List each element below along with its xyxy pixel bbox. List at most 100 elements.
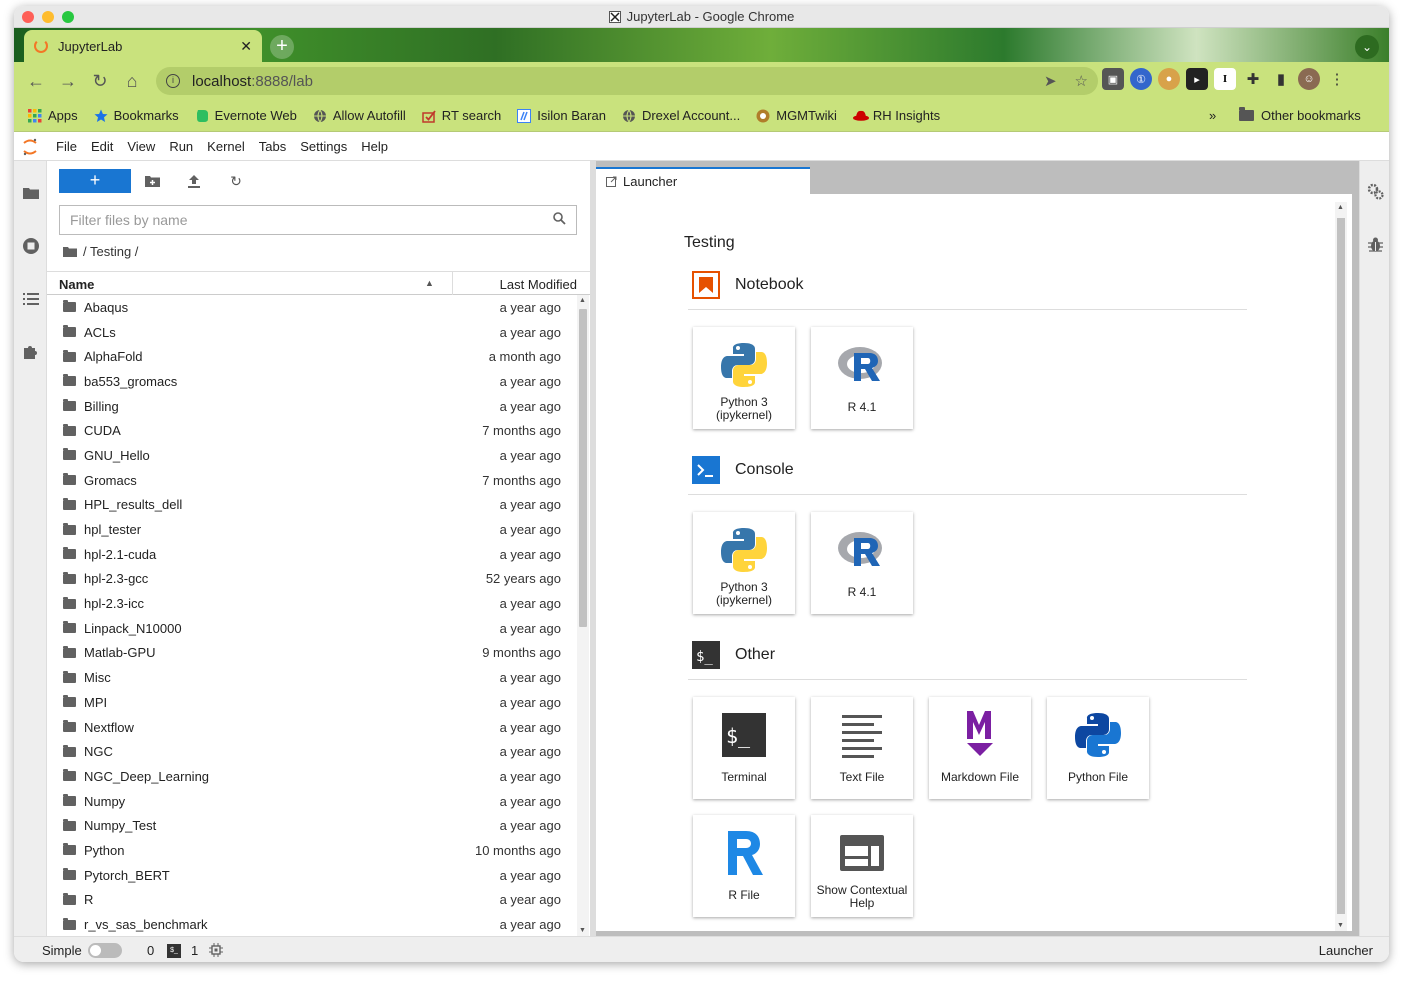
file-row[interactable]: GNU_Hello a year ago [47,443,575,468]
new-tab-button[interactable]: + [270,35,294,59]
column-name-header[interactable]: Name [59,277,94,292]
debugger-bug-icon[interactable] [1368,237,1383,258]
extension-manager-puzzle-icon[interactable] [22,343,40,361]
close-tab-icon[interactable]: ✕ [240,38,252,55]
file-row[interactable]: Matlab-GPU 9 months ago [47,641,575,666]
file-row[interactable]: CUDA 7 months ago [47,418,575,443]
file-row[interactable]: HPL_results_dell a year ago [47,493,575,518]
file-row[interactable]: Abaqus a year ago [47,295,575,320]
tab-search-chevron-icon[interactable]: ⌄ [1355,35,1379,59]
launcher-card-markdown-file[interactable]: Markdown File [929,697,1031,799]
side-panel-icon[interactable]: ▮ [1270,68,1292,90]
terminal-status-icon[interactable]: $_ [167,944,181,958]
file-row[interactable]: r_vs_sas_benchmark a year ago [47,912,575,936]
kernel-status-cpu-icon[interactable] [209,943,223,957]
file-row[interactable]: Gromacs 7 months ago [47,468,575,493]
menu-run[interactable]: Run [169,139,193,154]
launcher-card-python-3-ipykernel[interactable]: Python 3 (ipykernel) [693,512,795,614]
scroll-up-arrow-icon[interactable]: ▲ [1337,204,1344,211]
running-terminals-count[interactable]: 1 [191,943,198,958]
scroll-up-arrow-icon[interactable]: ▲ [579,297,586,304]
file-row[interactable]: Nextflow a year ago [47,715,575,740]
property-inspector-gears-icon[interactable] [1367,183,1384,205]
file-row[interactable]: hpl-2.3-icc a year ago [47,591,575,616]
launcher-card-r-4-1[interactable]: R 4.1 [811,327,913,429]
bookmark-mgmtwiki[interactable]: MGMTwiki [756,108,837,123]
launcher-card-python-3-ipykernel[interactable]: Python 3 (ipykernel) [693,327,795,429]
file-row[interactable]: Pytorch_BERT a year ago [47,863,575,888]
file-row[interactable]: hpl_tester a year ago [47,517,575,542]
launcher-card-r-4-1[interactable]: R 4.1 [811,512,913,614]
bookmark-star-icon[interactable]: ☆ [1075,72,1088,90]
menu-tabs[interactable]: Tabs [259,139,286,154]
table-of-contents-icon[interactable] [22,290,40,308]
scroll-down-arrow-icon[interactable]: ▼ [579,927,586,934]
running-stop-icon[interactable] [22,237,40,255]
new-launcher-button[interactable]: + [59,169,131,193]
simple-mode-toggle[interactable] [88,943,122,958]
file-row[interactable]: Billing a year ago [47,394,575,419]
new-folder-icon[interactable] [144,173,160,189]
reload-icon[interactable]: ↻ [86,67,114,95]
launcher-card-text-file[interactable]: Text File [811,697,913,799]
file-row[interactable]: Numpy a year ago [47,789,575,814]
launcher-card-r-file[interactable]: R File [693,815,795,917]
bookmark-evernote-web[interactable]: Evernote Web [195,108,297,123]
scroll-down-arrow-icon[interactable]: ▼ [1337,922,1344,929]
file-row[interactable]: R a year ago [47,888,575,913]
file-list-scroll-thumb[interactable] [579,309,587,627]
breadcrumb-path[interactable]: / Testing / [83,244,138,259]
home-icon[interactable]: ⌂ [118,67,146,95]
chrome-menu-icon[interactable]: ⋮ [1326,68,1348,90]
file-row[interactable]: ba553_gromacs a year ago [47,369,575,394]
launcher-card-terminal[interactable]: $_ Terminal [693,697,795,799]
profile-avatar[interactable]: ☺ [1298,68,1320,90]
forward-arrow-icon[interactable]: → [54,67,82,95]
launcher-card-show-contextual-help[interactable]: Show Contextual Help [811,815,913,917]
file-row[interactable]: NGC a year ago [47,739,575,764]
file-row[interactable]: hpl-2.1-cuda a year ago [47,542,575,567]
file-row[interactable]: NGC_Deep_Learning a year ago [47,764,575,789]
file-row[interactable]: MPI a year ago [47,690,575,715]
extension-1-icon[interactable]: ▣ [1102,68,1124,90]
bookmark-drexel-account[interactable]: Drexel Account... [622,108,740,123]
bookmarks-overflow-button[interactable]: » [1209,108,1216,123]
bookmark-apps[interactable]: Apps [28,108,78,123]
bookmark-rt-search[interactable]: RT search [422,108,501,123]
home-folder-icon[interactable] [63,246,77,257]
sort-ascending-icon[interactable]: ▲ [425,278,434,288]
close-window-button[interactable] [22,11,34,23]
terminal-extension-icon[interactable]: ▸ [1186,68,1208,90]
menu-kernel[interactable]: Kernel [207,139,245,154]
cookie-extension-icon[interactable]: ● [1158,68,1180,90]
file-row[interactable]: hpl-2.3-gcc 52 years ago [47,567,575,592]
bookmark-isilon-baran[interactable]: Isilon Baran [517,108,606,123]
browser-tab-jupyterlab[interactable]: JupyterLab ✕ [24,30,262,62]
file-row[interactable]: Linpack_N10000 a year ago [47,616,575,641]
menu-settings[interactable]: Settings [300,139,347,154]
back-arrow-icon[interactable]: ← [22,67,50,95]
other-bookmarks-folder[interactable]: Other bookmarks [1239,107,1361,123]
menu-file[interactable]: File [56,139,77,154]
launcher-card-python-file[interactable]: Python File [1047,697,1149,799]
file-row[interactable]: Python 10 months ago [47,838,575,863]
file-browser-folder-icon[interactable] [22,183,40,201]
address-bar[interactable]: i localhost:8888/lab ➤ ☆ [156,67,1098,95]
site-info-icon[interactable]: i [166,74,180,88]
upload-icon[interactable] [186,173,202,189]
menu-view[interactable]: View [127,139,155,154]
file-row[interactable]: AlphaFold a month ago [47,344,575,369]
instapaper-extension-icon[interactable]: I [1214,68,1236,90]
minimize-window-button[interactable] [42,11,54,23]
refresh-icon[interactable]: ↻ [228,173,244,189]
extensions-puzzle-icon[interactable]: ✚ [1242,68,1264,90]
file-row[interactable]: ACLs a year ago [47,320,575,345]
file-row[interactable]: Numpy_Test a year ago [47,813,575,838]
send-tab-icon[interactable]: ➤ [1044,72,1057,90]
zoom-window-button[interactable] [62,11,74,23]
launcher-scroll-thumb[interactable] [1337,218,1345,914]
launcher-scrollbar[interactable]: ▲ ▼ [1335,202,1347,931]
extension-2-icon[interactable]: ① [1130,68,1152,90]
file-list-scrollbar[interactable]: ▲ ▼ [577,295,589,936]
filter-files-input[interactable]: Filter files by name [59,205,577,235]
